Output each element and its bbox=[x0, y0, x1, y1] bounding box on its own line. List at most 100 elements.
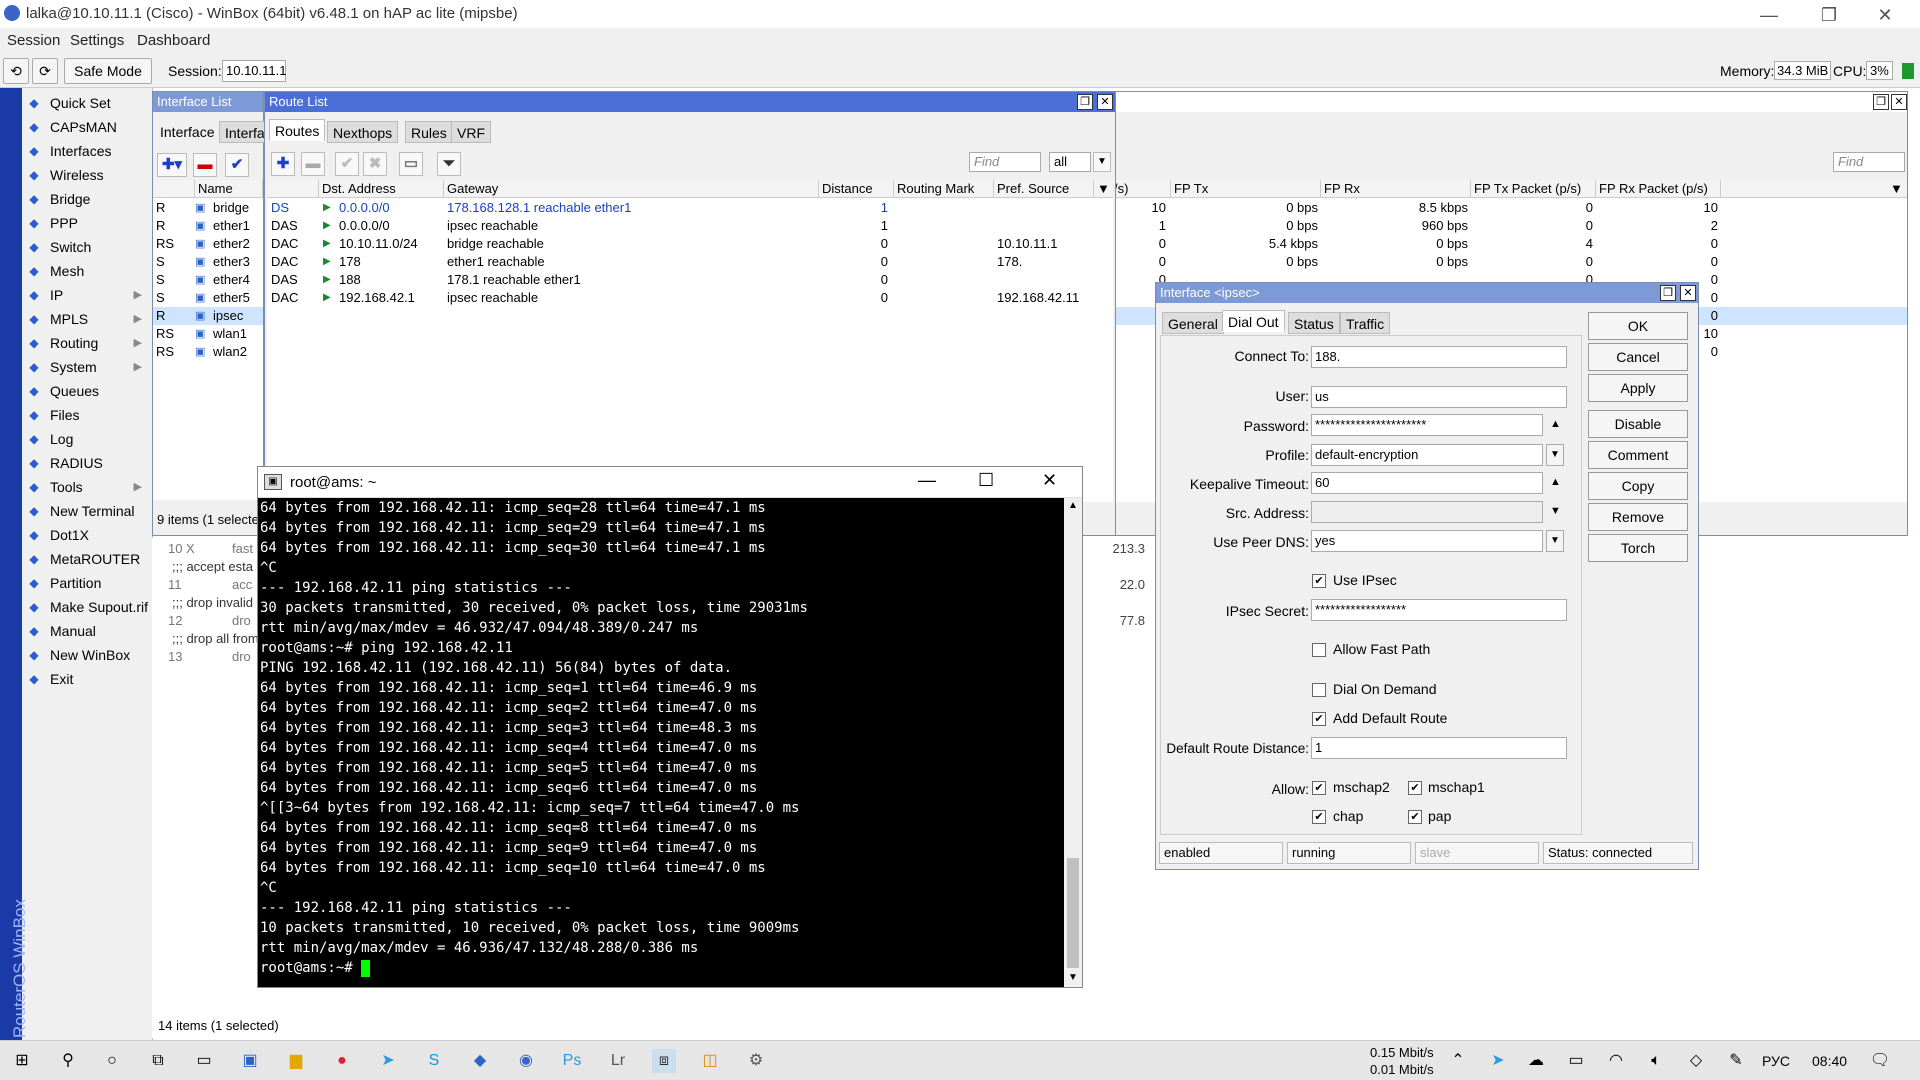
remove-icon[interactable]: ▬ bbox=[193, 153, 217, 177]
chevron-down-icon[interactable]: ▼ bbox=[1546, 530, 1564, 552]
sidebar-item-system[interactable]: ◆ System ▶ bbox=[26, 356, 150, 378]
password-field[interactable]: ********************** bbox=[1311, 414, 1543, 436]
maximize-icon[interactable]: ☐ bbox=[978, 470, 994, 491]
allow-fast-path-checkbox[interactable] bbox=[1312, 643, 1326, 657]
maximize-icon[interactable]: ❐ bbox=[1077, 94, 1093, 110]
table-row[interactable]: DAC ▶ 192.168.42.1 ipsec reachable 0 192.168.… bbox=[267, 289, 1113, 307]
add-icon[interactable]: ✚ bbox=[271, 152, 295, 176]
use-peer-dns-select[interactable]: yes bbox=[1311, 530, 1543, 552]
scroll-thumb[interactable] bbox=[1067, 858, 1079, 968]
sidebar-item-queues[interactable]: ◆ Queues bbox=[26, 380, 150, 402]
menu-dashboard[interactable]: Dashboard bbox=[137, 32, 210, 49]
telegram-icon[interactable]: ➤ bbox=[376, 1049, 400, 1073]
sidebar-item-routing[interactable]: ◆ Routing ▶ bbox=[26, 332, 150, 354]
close-icon[interactable]: ✕ bbox=[1862, 2, 1908, 28]
sidebar-item-tools[interactable]: ◆ Tools ▶ bbox=[26, 476, 150, 498]
tab-traffic[interactable]: Traffic bbox=[1340, 312, 1391, 334]
ok-button[interactable]: OK bbox=[1588, 312, 1688, 340]
route-filter-select[interactable]: all bbox=[1049, 152, 1091, 172]
putty-taskbar-icon[interactable]: ⚙ bbox=[744, 1049, 768, 1073]
sidebar-item-metarouter[interactable]: ◆ MetaROUTER bbox=[26, 548, 150, 570]
battery-icon[interactable]: ▭ bbox=[1564, 1049, 1588, 1073]
dial-on-demand-checkbox[interactable] bbox=[1312, 683, 1326, 697]
wifi-icon[interactable]: ◠ bbox=[1604, 1049, 1628, 1073]
sidebar-item-make-supout-rif[interactable]: ◆ Make Supout.rif bbox=[26, 596, 150, 618]
cancel-button[interactable]: Cancel bbox=[1588, 343, 1688, 371]
sidebar-item-log[interactable]: ◆ Log bbox=[26, 428, 150, 450]
table-row[interactable]: RS ▣ wlan1 bbox=[153, 325, 263, 343]
telegram-tray-icon[interactable]: ➤ bbox=[1486, 1049, 1510, 1073]
pap-checkbox[interactable]: ✔ bbox=[1408, 810, 1422, 824]
close-icon[interactable]: ✕ bbox=[1097, 94, 1113, 110]
ipsec-secret-field[interactable]: ****************** bbox=[1311, 599, 1567, 621]
table-row[interactable]: R ▣ ipsec bbox=[153, 307, 263, 325]
sidebar-item-dot1x[interactable]: ◆ Dot1X bbox=[26, 524, 150, 546]
chevron-up-icon[interactable]: ⌃ bbox=[1446, 1049, 1470, 1073]
table-row[interactable]: DS ▶ 0.0.0.0/0 178.168.128.1 reachable ethe… bbox=[267, 199, 1113, 217]
user-field[interactable]: us bbox=[1311, 386, 1567, 408]
sidebar-item-mpls[interactable]: ◆ MPLS ▶ bbox=[26, 308, 150, 330]
close-icon[interactable]: ✕ bbox=[1680, 285, 1696, 301]
col-fp-rx[interactable]: FP Rx bbox=[1321, 180, 1471, 198]
table-row[interactable]: S ▣ ether3 bbox=[153, 253, 263, 271]
col-distance[interactable]: Distance bbox=[819, 180, 894, 198]
session-field[interactable]: 10.10.11.1 bbox=[222, 60, 286, 82]
cortana-icon[interactable]: ○ bbox=[100, 1049, 124, 1073]
sidebar-item-mesh[interactable]: ◆ Mesh bbox=[26, 260, 150, 282]
sidebar-item-ip[interactable]: ◆ IP ▶ bbox=[26, 284, 150, 306]
comment-button[interactable]: Comment bbox=[1588, 441, 1688, 469]
col-routing-mark[interactable]: Routing Mark bbox=[894, 180, 994, 198]
col-pref-source[interactable]: Pref. Source bbox=[994, 180, 1094, 198]
chap-checkbox[interactable]: ✔ bbox=[1312, 810, 1326, 824]
default-route-distance-field[interactable]: 1 bbox=[1311, 737, 1567, 759]
enable-icon[interactable]: ✔ bbox=[335, 152, 359, 176]
maximize-icon[interactable]: ❐ bbox=[1660, 285, 1676, 301]
mschap2-checkbox[interactable]: ✔ bbox=[1312, 781, 1326, 795]
store-icon[interactable]: ▣ bbox=[238, 1049, 262, 1073]
src-address-field[interactable] bbox=[1311, 501, 1543, 523]
table-row[interactable]: DAS ▶ 188 178.1 reachable ether1 0 bbox=[267, 271, 1113, 289]
lightroom-icon[interactable]: Lr bbox=[606, 1049, 630, 1073]
interface-list-title[interactable]: Interface List bbox=[153, 92, 263, 112]
tab-interface-2[interactable]: Interfac bbox=[219, 121, 265, 143]
table-row[interactable]: S ▣ ether4 bbox=[153, 271, 263, 289]
sidebar-item-interfaces[interactable]: ◆ Interfaces bbox=[26, 140, 150, 162]
minimize-icon[interactable]: — bbox=[1746, 2, 1792, 28]
apply-button[interactable]: Apply bbox=[1588, 374, 1688, 402]
network-app-icon[interactable]: ⧈ bbox=[652, 1049, 676, 1073]
sidebar-item-switch[interactable]: ◆ Switch bbox=[26, 236, 150, 258]
tab-vrf[interactable]: VRF bbox=[451, 121, 491, 143]
collapse-up-icon[interactable]: ▲ bbox=[1550, 418, 1561, 430]
photoshop-icon[interactable]: Ps bbox=[560, 1049, 584, 1073]
menu-settings[interactable]: Settings bbox=[70, 32, 124, 49]
table-row[interactable]: DAS ▶ 0.0.0.0/0 ipsec reachable 1 bbox=[267, 217, 1113, 235]
scroll-up-icon[interactable]: ▲ bbox=[1068, 500, 1078, 511]
sidebar-item-files[interactable]: ◆ Files bbox=[26, 404, 150, 426]
table-row[interactable]: 0 0 bps 0 bps 0 0 bbox=[1111, 253, 1907, 271]
menu-session[interactable]: Session bbox=[7, 32, 60, 49]
sidebar-item-new-terminal[interactable]: ◆ New Terminal bbox=[26, 500, 150, 522]
remove-icon[interactable]: ▬ bbox=[301, 152, 325, 176]
tab-rules[interactable]: Rules bbox=[405, 121, 453, 143]
sidebar-item-bridge[interactable]: ◆ Bridge bbox=[26, 188, 150, 210]
disable-icon[interactable]: ✖ bbox=[363, 152, 387, 176]
sidebar-item-new-winbox[interactable]: ◆ New WinBox bbox=[26, 644, 150, 666]
close-icon[interactable]: ✕ bbox=[1042, 470, 1057, 491]
tab-nexthops[interactable]: Nexthops bbox=[327, 121, 399, 143]
add-icon[interactable]: ✚▾ bbox=[157, 153, 187, 177]
keepalive-field[interactable]: 60 bbox=[1311, 472, 1543, 494]
expand-down-icon[interactable]: ▼ bbox=[1550, 505, 1561, 517]
comment-icon[interactable]: ▭ bbox=[399, 152, 423, 176]
terminal-scrollbar[interactable]: ▲ ▼ bbox=[1064, 498, 1082, 987]
maximize-icon[interactable]: ❐ bbox=[1873, 94, 1889, 110]
col-fp-tx[interactable]: FP Tx bbox=[1171, 180, 1321, 198]
table-row[interactable]: R ▣ ether1 bbox=[153, 217, 263, 235]
table-row[interactable]: DAC ▶ 178 ether1 reachable 0 178. bbox=[267, 253, 1113, 271]
pen-icon[interactable]: ✎ bbox=[1724, 1049, 1748, 1073]
add-default-route-checkbox[interactable]: ✔ bbox=[1312, 712, 1326, 726]
cloud-icon[interactable]: ☁ bbox=[1524, 1049, 1548, 1073]
tab-interface[interactable]: Interface bbox=[155, 121, 220, 143]
task-view-icon[interactable]: ⧉ bbox=[146, 1049, 170, 1073]
sandbox-icon[interactable]: ◫ bbox=[698, 1049, 722, 1073]
folder-icon[interactable]: ▆ bbox=[284, 1049, 308, 1073]
